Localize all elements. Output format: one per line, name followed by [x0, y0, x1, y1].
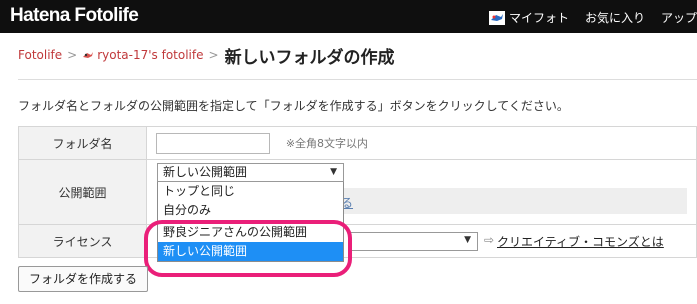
top-bar: Hatena Fotolife マイフォト お気に入り アップ	[0, 0, 697, 33]
breadcrumb-separator: >	[67, 48, 78, 62]
folder-name-input[interactable]	[156, 132, 270, 154]
nav-my-photo-label: マイフォト	[509, 11, 570, 25]
breadcrumb-fotolife-link[interactable]: Fotolife	[18, 48, 62, 62]
arrow-right-icon: ⇨	[484, 233, 495, 247]
bird-icon	[489, 10, 505, 25]
page-title: 新しいフォルダの作成	[224, 47, 395, 68]
license-label: ライセンス	[18, 224, 147, 258]
hatena-fotolife-logo[interactable]: Hatena Fotolife	[10, 5, 139, 27]
scope-select-value: 新しい公開範囲	[163, 165, 248, 179]
nav-favorites[interactable]: お気に入り	[585, 9, 645, 26]
annotation-highlight-ring	[144, 220, 352, 277]
instruction-text: フォルダ名とフォルダの公開範囲を指定して「フォルダを作成する」ボタンをクリックし…	[18, 99, 569, 113]
scope-option-only-me[interactable]: 自分のみ	[158, 201, 343, 220]
breadcrumb-user-link[interactable]: ryota-17's fotolife	[97, 48, 203, 62]
nav-my-photo[interactable]: マイフォト	[489, 9, 569, 26]
user-bird-icon	[82, 50, 94, 61]
scope-select[interactable]: 新しい公開範囲 ▼	[157, 163, 344, 182]
breadcrumb: Fotolife > ryota-17's fotolife > 新しいフォルダ…	[18, 44, 395, 68]
breadcrumb-separator: >	[208, 48, 219, 62]
scope-option-same-as-top[interactable]: トップと同じ	[158, 182, 343, 201]
license-select[interactable]: ▼	[350, 232, 478, 251]
chevron-down-icon: ▼	[464, 235, 471, 245]
folder-name-hint: ※全角8文字以内	[285, 137, 369, 150]
nav-upload[interactable]: アップ	[661, 9, 697, 26]
create-folder-button[interactable]: フォルダを作成する	[18, 266, 148, 292]
chevron-down-icon: ▼	[330, 167, 337, 177]
creative-commons-link[interactable]: クリエイティブ・コモンズとは	[497, 233, 664, 250]
scope-label: 公開範囲	[18, 159, 147, 225]
divider	[18, 79, 697, 80]
folder-name-label: フォルダ名	[18, 126, 147, 160]
